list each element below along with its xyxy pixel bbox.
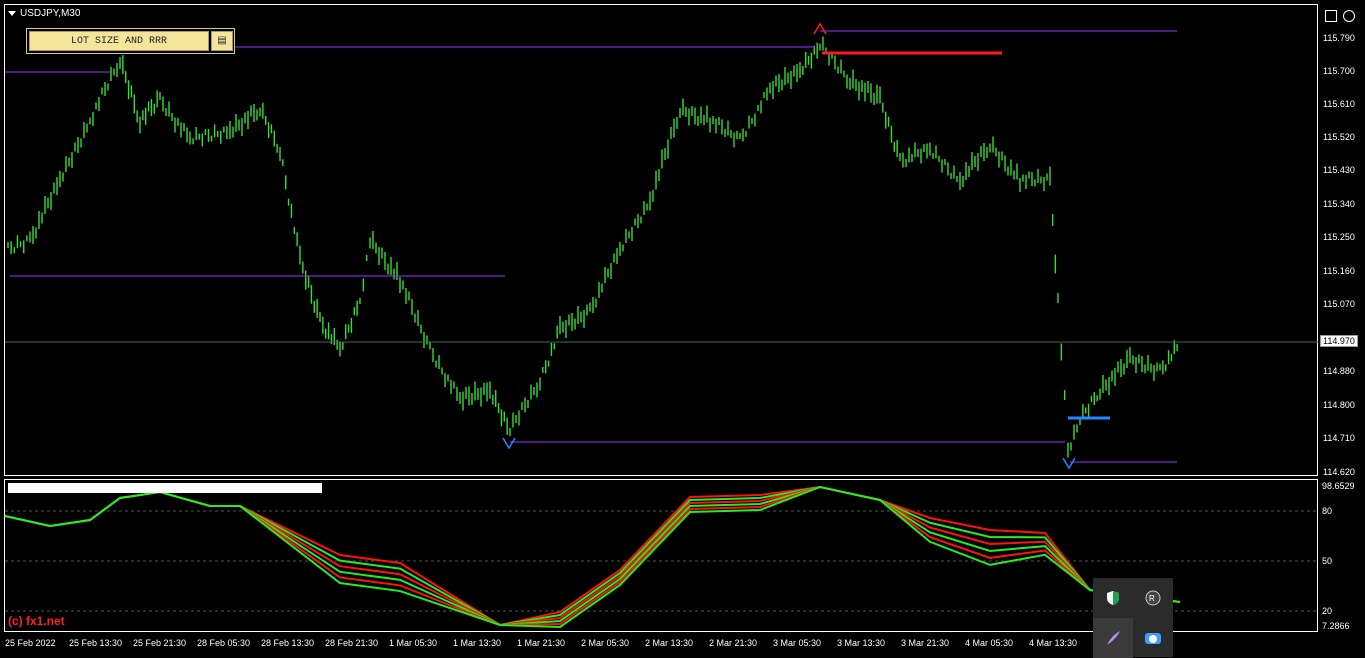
time-tick: 28 Feb 05:30 <box>197 638 251 648</box>
watermark: (c) fx1.net <box>8 614 65 628</box>
indicator-label-bar <box>8 483 322 493</box>
indicator-tick: 20 <box>1322 606 1333 616</box>
feather-icon[interactable] <box>1093 618 1133 658</box>
time-tick: 1 Mar 05:30 <box>389 638 438 648</box>
high-arrow <box>813 22 827 35</box>
shield-icon[interactable] <box>1093 578 1133 618</box>
symbol-label: USDJPY,M30 <box>20 8 81 19</box>
price-tick: 115.070 <box>1323 299 1355 309</box>
system-tray-popup: R <box>1093 578 1173 658</box>
time-tick: 25 Feb 13:30 <box>69 638 123 648</box>
indicator-tick: 7.2866 <box>1322 621 1350 631</box>
price-tick: 114.620 <box>1323 467 1355 477</box>
time-tick: 4 Mar 05:30 <box>965 638 1014 648</box>
price-tick: 115.700 <box>1323 66 1355 76</box>
price-tick: 115.430 <box>1323 165 1355 175</box>
low-arrow <box>1062 457 1076 470</box>
time-tick: 25 Feb 21:30 <box>133 638 187 648</box>
price-tick: 115.250 <box>1323 232 1355 242</box>
price-tick: 114.880 <box>1323 366 1355 376</box>
time-tick: 4 Mar 13:30 <box>1029 638 1078 648</box>
clock-icon[interactable] <box>1343 9 1355 22</box>
time-tick: 28 Feb 21:30 <box>325 638 379 648</box>
time-tick: 3 Mar 05:30 <box>773 638 822 648</box>
indicator-tick: 80 <box>1322 506 1333 516</box>
indicator-tick: 50 <box>1322 556 1333 566</box>
time-tick: 3 Mar 13:30 <box>837 638 886 648</box>
price-tick: 115.160 <box>1323 266 1355 276</box>
current-price-label: 114.970 <box>1320 335 1358 347</box>
time-tick: 1 Mar 21:30 <box>517 638 566 648</box>
low-arrow <box>502 437 516 450</box>
corner-toolbar <box>1325 7 1361 25</box>
calculator-icon[interactable]: ▤ <box>211 31 233 51</box>
price-tick: 115.340 <box>1323 199 1355 209</box>
time-tick: 2 Mar 13:30 <box>645 638 694 648</box>
chart-title: USDJPY,M30 <box>8 8 80 19</box>
cloud-icon[interactable] <box>1133 618 1173 658</box>
price-tick: 114.710 <box>1323 433 1355 443</box>
price-tick: 115.610 <box>1323 99 1355 109</box>
chart-canvas <box>4 22 1318 629</box>
time-tick: 2 Mar 21:30 <box>709 638 758 648</box>
lot-size-button[interactable]: LOT SIZE AND RRR <box>29 31 209 51</box>
dropdown-icon[interactable] <box>8 10 16 16</box>
price-tick: 115.520 <box>1323 132 1355 142</box>
time-tick: 2 Mar 05:30 <box>581 638 630 648</box>
price-tick: 114.800 <box>1323 400 1355 410</box>
time-tick: 25 Feb 2022 <box>5 638 56 648</box>
price-tick: 115.790 <box>1323 33 1355 43</box>
lot-size-panel: LOT SIZE AND RRR ▤ <box>26 28 235 54</box>
time-tick: 28 Feb 13:30 <box>261 638 315 648</box>
time-tick: 3 Mar 21:30 <box>901 638 950 648</box>
svg-text:R: R <box>1149 594 1155 603</box>
indicator-tick: 98.6529 <box>1322 481 1355 491</box>
maximize-icon[interactable] <box>1325 9 1337 22</box>
time-tick: 1 Mar 13:30 <box>453 638 502 648</box>
cpu-icon[interactable]: R <box>1133 578 1173 618</box>
